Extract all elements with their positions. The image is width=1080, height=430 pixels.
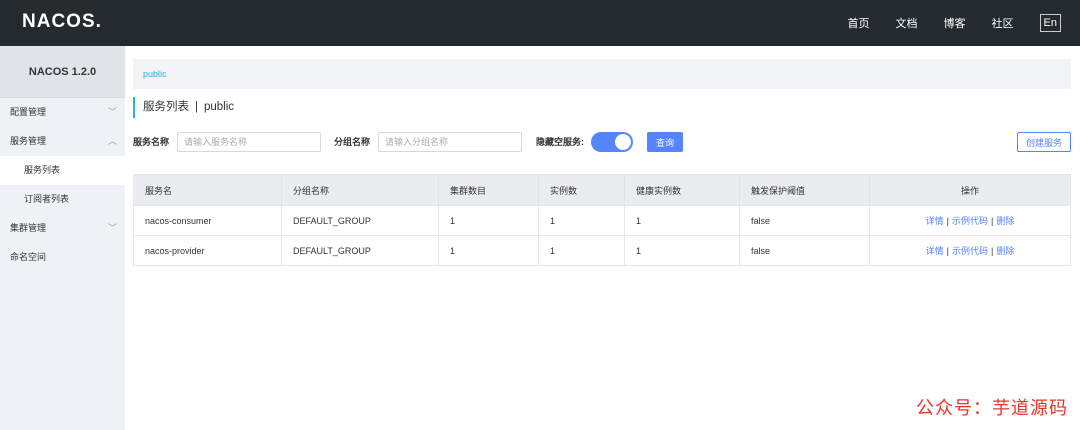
- sidebar-item-cluster[interactable]: 集群管理 ﹀: [0, 214, 125, 243]
- cell-healthy-count: 1: [624, 205, 740, 236]
- op-separator: |: [946, 246, 949, 256]
- col-service-name[interactable]: 服务名: [133, 174, 282, 206]
- detail-link[interactable]: 详情: [926, 246, 944, 256]
- language-switch[interactable]: En: [1039, 14, 1061, 32]
- sidebar-item-config[interactable]: 配置管理 ﹀: [0, 98, 125, 127]
- sidebar-title: NACOS 1.2.0: [0, 46, 125, 98]
- nav-docs[interactable]: 文档: [896, 15, 918, 31]
- hide-empty-toggle[interactable]: [591, 132, 633, 152]
- sidebar-item-label: 配置管理: [10, 107, 47, 117]
- cell-service-name: nacos-provider: [133, 235, 282, 266]
- sample-code-link[interactable]: 示例代码: [952, 246, 988, 256]
- col-group-name[interactable]: 分组名称: [281, 174, 439, 206]
- group-name-input[interactable]: [378, 132, 522, 152]
- service-table: 服务名 分组名称 集群数目 实例数 健康实例数 触发保护阈值 操作 nacos-…: [133, 174, 1071, 266]
- create-service-button[interactable]: 创建服务: [1017, 132, 1071, 152]
- top-navbar: NACOS. 首页 文档 博客 社区 En: [0, 0, 1080, 46]
- col-threshold[interactable]: 触发保护阈值: [739, 174, 870, 206]
- cell-healthy-count: 1: [624, 235, 740, 266]
- sidebar-item-service-list[interactable]: 服务列表: [0, 156, 125, 185]
- delete-link[interactable]: 删除: [996, 246, 1014, 256]
- op-separator: |: [991, 246, 994, 256]
- toggle-knob: [615, 134, 631, 150]
- cell-cluster-count: 1: [438, 205, 539, 236]
- sidebar-item-label: 订阅者列表: [24, 194, 70, 204]
- sidebar-item-label: 集群管理: [10, 223, 47, 233]
- group-name-label: 分组名称: [334, 137, 371, 147]
- cell-group-name: DEFAULT_GROUP: [281, 205, 439, 236]
- table-row: nacos-consumer DEFAULT_GROUP 1 1 1 false…: [133, 205, 1071, 236]
- op-separator: |: [946, 216, 949, 226]
- cell-threshold: false: [739, 235, 870, 266]
- nav-home[interactable]: 首页: [848, 15, 870, 31]
- service-name-label: 服务名称: [133, 137, 170, 147]
- cell-instance-count: 1: [538, 205, 625, 236]
- sidebar-item-label: 服务管理: [10, 136, 47, 146]
- page-title-namespace: public: [204, 101, 235, 113]
- col-cluster-count[interactable]: 集群数目: [438, 174, 539, 206]
- col-operations: 操作: [869, 174, 1071, 206]
- table-row: nacos-provider DEFAULT_GROUP 1 1 1 false…: [133, 235, 1071, 266]
- page-title: 服务列表 | public: [133, 97, 234, 118]
- sidebar-item-label: 命名空间: [10, 252, 47, 262]
- cell-service-name: nacos-consumer: [133, 205, 282, 236]
- nav-blog[interactable]: 博客: [944, 15, 966, 31]
- col-healthy-count[interactable]: 健康实例数: [624, 174, 740, 206]
- cell-operations: 详情 | 示例代码 | 删除: [869, 205, 1071, 236]
- cell-operations: 详情 | 示例代码 | 删除: [869, 235, 1071, 266]
- sidebar-item-service-mgmt[interactable]: 服务管理 ︿: [0, 127, 125, 156]
- col-instance-count[interactable]: 实例数: [538, 174, 625, 206]
- top-nav: 首页 文档 博客 社区 En: [848, 0, 1080, 46]
- table-header-row: 服务名 分组名称 集群数目 实例数 健康实例数 触发保护阈值 操作: [133, 174, 1071, 206]
- nacos-logo[interactable]: NACOS.: [22, 11, 102, 33]
- namespace-bar: public: [133, 59, 1071, 89]
- cell-instance-count: 1: [538, 235, 625, 266]
- title-separator: |: [195, 101, 198, 113]
- op-separator: |: [991, 216, 994, 226]
- sidebar-item-namespace[interactable]: 命名空间: [0, 243, 125, 272]
- service-name-input[interactable]: [177, 132, 321, 152]
- namespace-link[interactable]: public: [143, 69, 167, 79]
- chevron-up-icon: ︿: [107, 136, 117, 146]
- sidebar-item-subscribers[interactable]: 订阅者列表: [0, 185, 125, 214]
- cell-cluster-count: 1: [438, 235, 539, 266]
- sidebar-item-label: 服务列表: [24, 165, 61, 175]
- hide-empty-label: 隐藏空服务:: [536, 137, 584, 147]
- cell-threshold: false: [739, 205, 870, 236]
- main-content: public 服务列表 | public 服务名称 分组名称 隐藏空服务: 查询 创…: [125, 46, 1080, 430]
- watermark: 公众号：芋道源码: [916, 398, 1068, 419]
- chevron-down-icon: ﹀: [107, 107, 117, 117]
- page-title-text: 服务列表: [143, 101, 189, 113]
- filter-bar: 服务名称 分组名称 隐藏空服务: 查询 创建服务: [133, 132, 1071, 152]
- detail-link[interactable]: 详情: [926, 216, 944, 226]
- chevron-down-icon: ﹀: [107, 223, 117, 233]
- sample-code-link[interactable]: 示例代码: [952, 216, 988, 226]
- query-button[interactable]: 查询: [647, 132, 683, 152]
- delete-link[interactable]: 删除: [996, 216, 1014, 226]
- sidebar: NACOS 1.2.0 配置管理 ﹀ 服务管理 ︿ 服务列表 订阅者列表 集群管…: [0, 46, 125, 430]
- nav-community[interactable]: 社区: [992, 15, 1014, 31]
- cell-group-name: DEFAULT_GROUP: [281, 235, 439, 266]
